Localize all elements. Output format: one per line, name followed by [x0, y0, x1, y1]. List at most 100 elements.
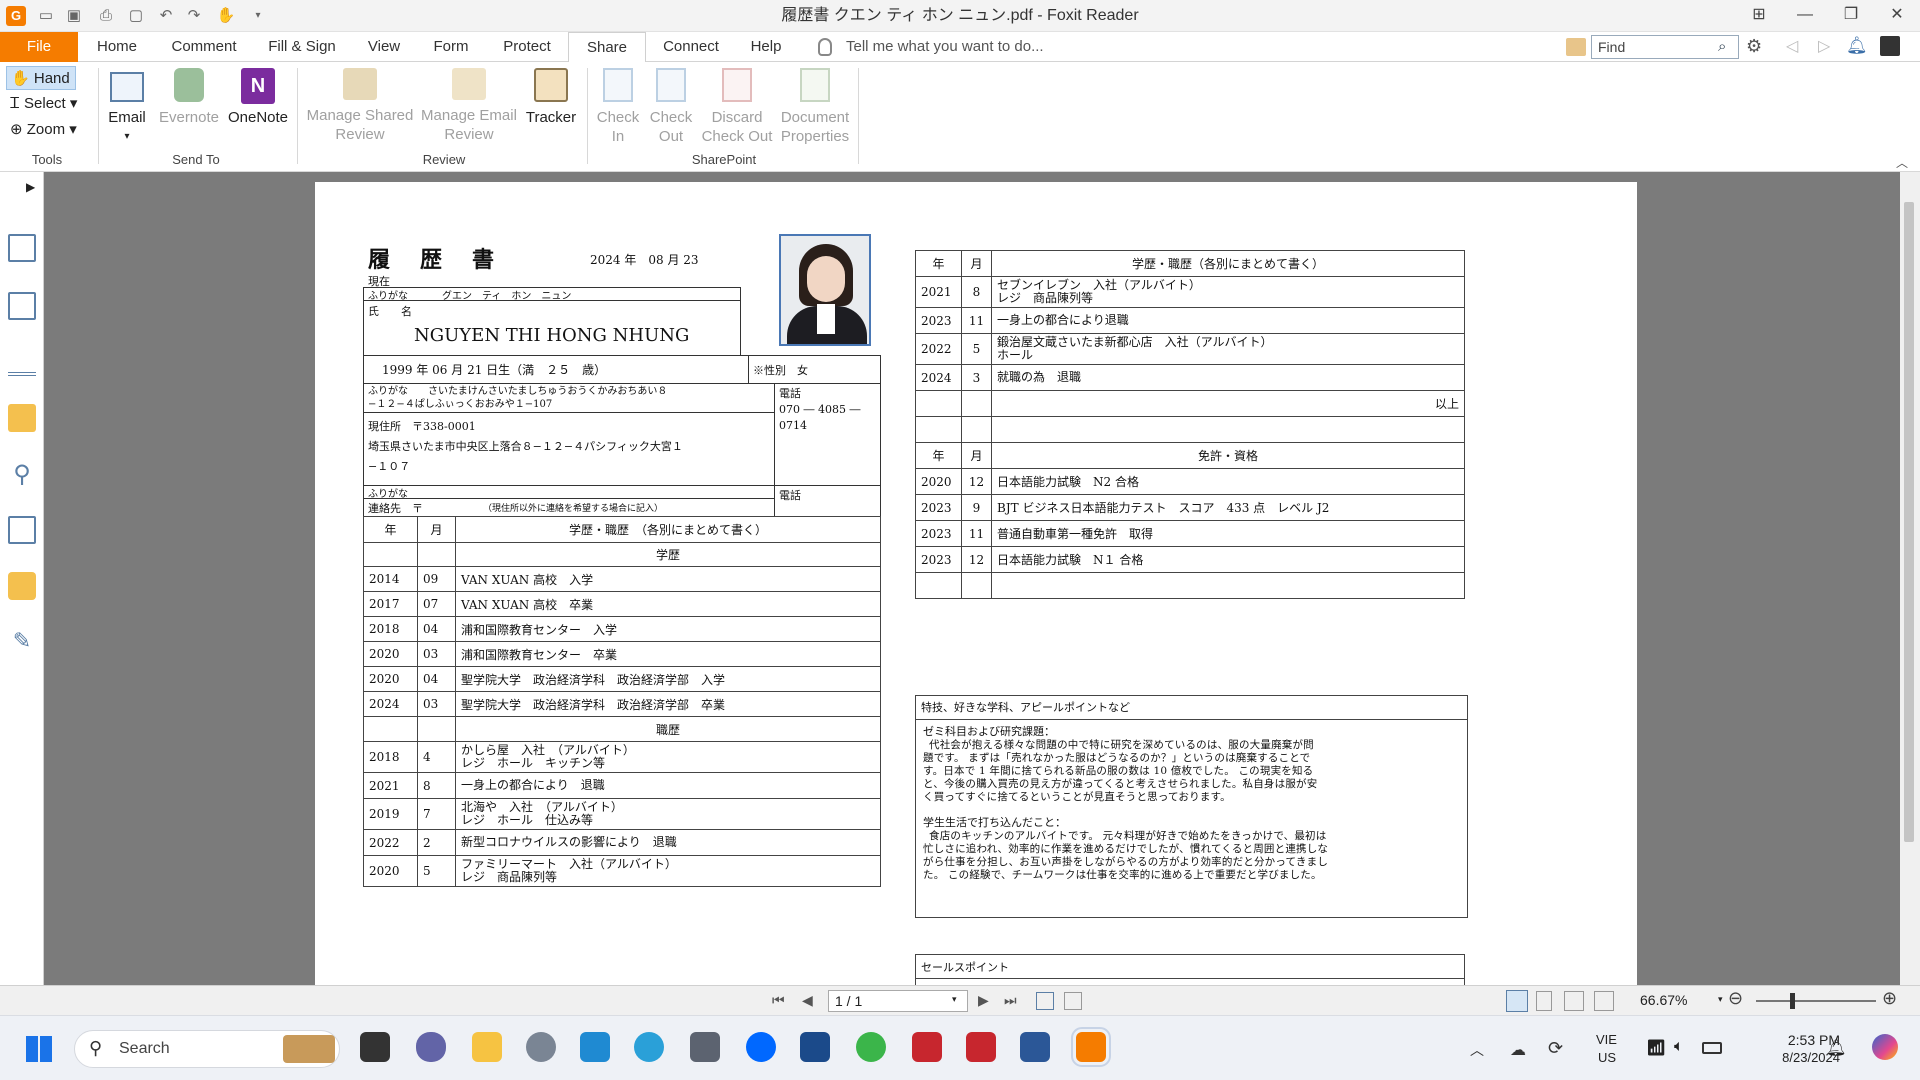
ribbon-display-icon[interactable]: ⊞ [1736, 0, 1782, 32]
maximize-button[interactable]: ❐ [1828, 0, 1874, 32]
tab-fill-sign[interactable]: Fill & Sign [262, 32, 342, 62]
settings-app-icon[interactable] [526, 1032, 556, 1062]
next-page-icon[interactable]: ▶ [978, 992, 989, 1009]
phone-line-1: 070 ― 4085 ― [779, 403, 861, 416]
certificate-icon[interactable]: ✎ [8, 628, 36, 656]
minimize-button[interactable]: — [1782, 0, 1828, 32]
show-hidden-icons[interactable]: ︿ [1470, 1040, 1484, 1060]
back-icon[interactable]: ◁ [1786, 36, 1798, 56]
expand-panel-icon[interactable]: ▶ [26, 180, 35, 194]
copilot-icon[interactable] [1872, 1034, 1898, 1060]
red-app-icon-1[interactable] [912, 1032, 942, 1062]
previous-page-icon[interactable]: ◀ [802, 992, 813, 1009]
tab-comment[interactable]: Comment [164, 32, 244, 62]
hand-tool-button[interactable]: ✋ Hand [6, 66, 76, 90]
birth-date: 1999 年 06 月 21 日生（満 ２５ 歳） [382, 363, 607, 377]
notification-bell-icon[interactable]: 🔔︎ [1846, 36, 1868, 56]
year-cell: 2024 [363, 691, 418, 717]
tab-protect[interactable]: Protect [494, 32, 560, 62]
tab-view[interactable]: View [360, 32, 408, 62]
wifi-icon[interactable]: 📶︎ [1646, 1038, 1666, 1058]
pages-icon[interactable] [8, 234, 36, 262]
tell-me-input[interactable]: Tell me what you want to do... [846, 32, 1044, 62]
battery-icon[interactable] [1702, 1042, 1722, 1054]
scrollbar-thumb[interactable] [1904, 202, 1914, 842]
single-page-view-icon[interactable] [1506, 990, 1528, 1012]
teams-chat-icon[interactable] [416, 1032, 446, 1062]
select-tool-button[interactable]: Ꮖ Select ▾ [6, 92, 90, 116]
sync-icon[interactable]: ⟳ [1548, 1038, 1563, 1059]
fit-width-icon[interactable] [1064, 992, 1082, 1010]
foxit-reader-icon[interactable] [1071, 1027, 1111, 1067]
find-input[interactable]: Find [1591, 35, 1739, 59]
tab-share[interactable]: Share [568, 32, 646, 63]
zoom-out-icon[interactable]: ⊖ [1728, 988, 1743, 1009]
signature-icon[interactable] [8, 516, 36, 544]
birth-cell: 1999 年 06 月 21 日生（満 ２５ 歳） [363, 355, 749, 384]
taskbar-search-box[interactable]: ⚲ Search [74, 1030, 340, 1068]
manage-shared-review-button[interactable]: Manage Shared Review [304, 68, 416, 144]
zalo-icon[interactable] [746, 1032, 776, 1062]
find-options-icon[interactable] [1566, 38, 1586, 56]
network-app-icon[interactable] [800, 1032, 830, 1062]
settings-icon[interactable]: ⚙ [1746, 36, 1762, 57]
close-button[interactable]: ✕ [1874, 0, 1920, 32]
language-line-1[interactable]: VIE [1596, 1032, 1617, 1047]
notifications-icon[interactable]: 🔔︎ [1826, 1038, 1846, 1058]
search-icon[interactable]: ⌕ [1718, 38, 1726, 55]
onenote-button[interactable]: N OneNote [226, 68, 290, 127]
language-line-2[interactable]: US [1598, 1050, 1616, 1065]
zoom-tool-button[interactable]: ⊕ Zoom ▾ [6, 118, 90, 142]
zoom-dropdown-icon[interactable]: ▾ [1718, 994, 1723, 1005]
attachments-icon[interactable]: ⚲ [8, 460, 36, 488]
facing-view-icon[interactable] [1564, 991, 1584, 1011]
discard-label-2: Check Out [701, 128, 773, 145]
account-icon[interactable] [1880, 36, 1900, 56]
zoom-slider[interactable] [1756, 1000, 1876, 1002]
vertical-scrollbar[interactable] [1900, 172, 1920, 985]
tab-form[interactable]: Form [424, 32, 478, 62]
word-icon[interactable] [1020, 1032, 1050, 1062]
onedrive-icon[interactable]: ☁ [1510, 1040, 1526, 1060]
red-app-icon-2[interactable] [966, 1032, 996, 1062]
page-number-input[interactable]: 1 / 1 [828, 990, 968, 1012]
page-thumbnails-icon[interactable] [8, 292, 36, 320]
last-page-icon[interactable]: ⏭ [1004, 992, 1017, 1009]
tab-home[interactable]: Home [88, 32, 146, 62]
seminar-title: ゼミ科目および研究課題： [923, 725, 1055, 738]
calculator-icon[interactable] [690, 1032, 720, 1062]
comments-icon[interactable] [8, 404, 36, 432]
zoom-in-icon[interactable]: ⊕ [1882, 988, 1897, 1009]
edge-icon[interactable] [634, 1032, 664, 1062]
vscode-icon[interactable] [580, 1032, 610, 1062]
layers-icon[interactable] [8, 348, 36, 376]
zoom-slider-thumb[interactable] [1790, 993, 1795, 1009]
collapse-ribbon-icon[interactable]: ︿ [1896, 154, 1908, 171]
tab-help[interactable]: Help [744, 32, 788, 62]
continuous-facing-view-icon[interactable] [1594, 991, 1614, 1011]
check-in-button[interactable]: Check In [592, 68, 644, 146]
manage-email-review-button[interactable]: Manage Email Review [418, 68, 520, 144]
email-button[interactable]: Email ▾ [104, 68, 150, 146]
check-out-button[interactable]: Check Out [645, 68, 697, 146]
fit-page-icon[interactable] [1036, 992, 1054, 1010]
pdf-page: 履 歴 書 2024 年 08 月 23 現在 ふりがな グエン ティ ホン ニ… [315, 182, 1637, 985]
evernote-button[interactable]: Evernote [156, 68, 222, 127]
tab-file[interactable]: File [0, 32, 78, 62]
first-page-icon[interactable]: ⏮ [772, 992, 785, 1009]
continuous-view-icon[interactable] [1536, 991, 1552, 1011]
volume-icon[interactable]: 🔈︎ [1674, 1038, 1684, 1056]
document-properties-button[interactable]: Document Properties [777, 68, 853, 146]
zoom-level[interactable]: 66.67% [1640, 992, 1687, 1008]
start-icon[interactable] [26, 1036, 52, 1062]
tab-connect[interactable]: Connect [654, 32, 728, 62]
task-view-icon[interactable] [360, 1032, 390, 1062]
file-explorer-icon[interactable] [472, 1032, 502, 1062]
forward-icon[interactable]: ▷ [1818, 36, 1830, 56]
security-lock-icon[interactable] [8, 572, 36, 600]
discard-check-out-button[interactable]: Discard Check Out [697, 68, 777, 146]
green-app-icon[interactable] [856, 1032, 886, 1062]
tracker-button[interactable]: Tracker [522, 68, 580, 127]
col-month-header: 月 [961, 250, 992, 277]
page-dropdown-icon[interactable]: ▾ [952, 994, 957, 1005]
